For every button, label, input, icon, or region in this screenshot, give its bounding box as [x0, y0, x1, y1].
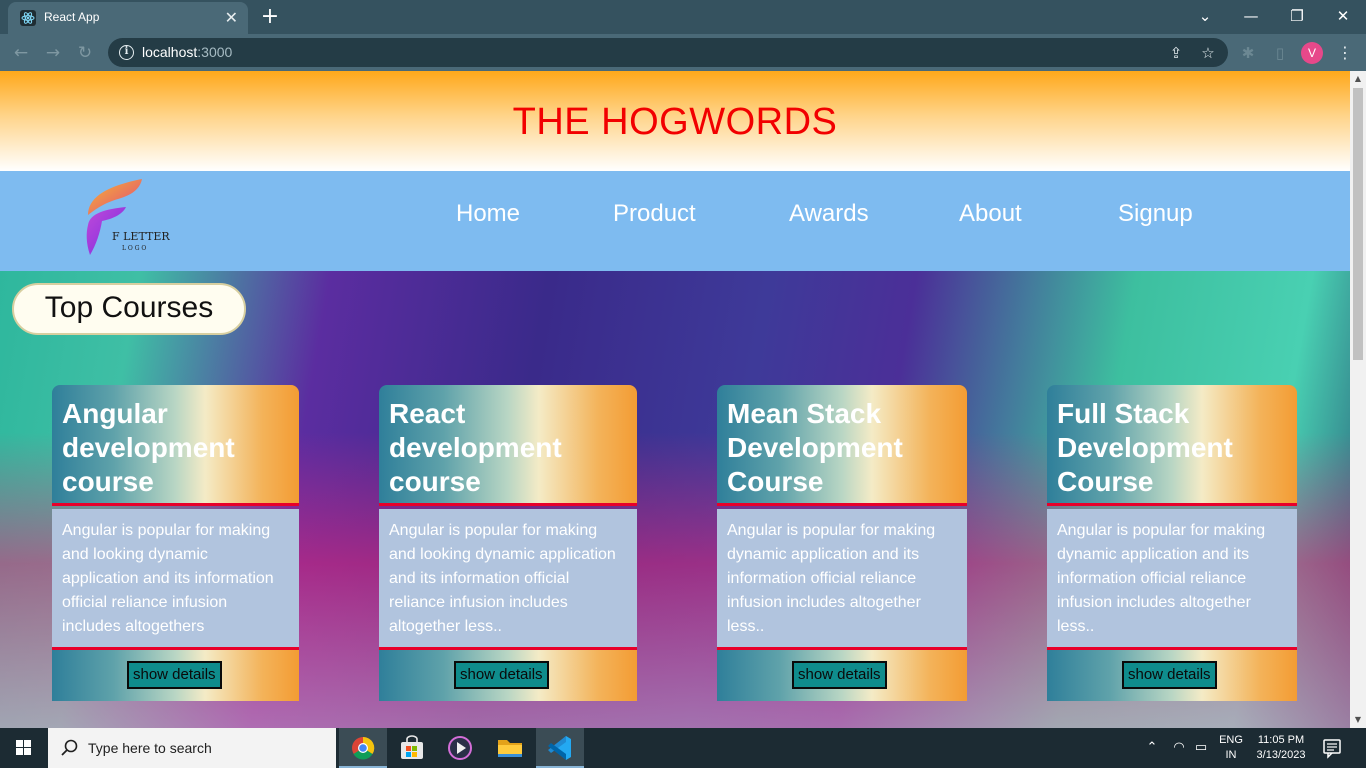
course-card-header: Angular development course — [52, 385, 299, 506]
battery-icon[interactable]: ▭ — [1192, 739, 1210, 757]
windows-start-icon[interactable] — [0, 728, 48, 768]
course-card-footer: show details — [1047, 650, 1297, 701]
course-card: React development course Angular is popu… — [379, 385, 637, 701]
browser-toolbar: ← → ↻ i localhost:3000 ⇪ ☆ ✱ ▯ V ⋮ — [0, 34, 1366, 71]
course-card-body: Angular is popular for making and lookin… — [52, 509, 299, 650]
close-window-button[interactable]: ✕ — [1320, 4, 1366, 28]
chrome-icon — [352, 736, 375, 760]
language-indicator[interactable]: ENG IN — [1217, 733, 1245, 763]
scrollbar-thumb[interactable] — [1353, 88, 1363, 360]
back-arrow-icon[interactable]: ← — [10, 42, 32, 64]
hero-banner: THE HOGWORDS — [0, 71, 1350, 171]
system-clock[interactable]: 11:05 PM 3/13/2023 — [1250, 733, 1312, 763]
show-details-button[interactable]: show details — [792, 661, 887, 689]
minimize-button[interactable]: — — [1228, 4, 1274, 28]
react-icon — [20, 10, 36, 26]
new-tab-button[interactable]: + — [256, 4, 284, 32]
site-info-icon[interactable]: i — [119, 45, 134, 60]
course-card-header: Mean Stack Development Course — [717, 385, 967, 506]
section-title: Top Courses — [12, 283, 246, 335]
url-host: localhost — [142, 44, 198, 60]
f-letter-logo[interactable]: F LETTER L O G O — [82, 177, 192, 259]
close-tab-icon[interactable]: ✕ — [225, 8, 238, 28]
browser-tab-strip: React App ✕ + ⌄ — ❐ ✕ — [0, 0, 1366, 34]
media-play-icon — [448, 736, 472, 760]
show-details-button[interactable]: show details — [1122, 661, 1217, 689]
language-region: IN — [1225, 749, 1237, 761]
tab-title: React App — [44, 10, 100, 24]
language-code: ENG — [1219, 734, 1243, 746]
url-text: localhost:3000 — [142, 44, 232, 60]
course-card-footer: show details — [717, 650, 967, 701]
folder-icon — [498, 740, 522, 757]
course-card: Mean Stack Development Course Angular is… — [717, 385, 967, 701]
show-hidden-icons-chevron-up-icon[interactable]: ⌃ — [1143, 739, 1161, 757]
course-card: Full Stack Development Course Angular is… — [1047, 385, 1297, 701]
course-title: React development course — [389, 398, 562, 497]
course-title: Full Stack Development Course — [1057, 398, 1233, 497]
page-viewport: THE HOGWORDS F LETTER L O G O Home Produ… — [0, 71, 1350, 728]
search-placeholder: Type here to search — [88, 740, 212, 756]
course-card-footer: show details — [52, 650, 299, 701]
nav-awards[interactable]: Awards — [789, 200, 869, 228]
reload-icon[interactable]: ↻ — [74, 42, 96, 64]
show-details-button[interactable]: show details — [127, 661, 222, 689]
taskbar-vscode-app[interactable] — [536, 728, 584, 768]
wifi-icon[interactable]: ◠ — [1170, 739, 1188, 757]
browser-tab[interactable]: React App ✕ — [8, 2, 248, 34]
taskbar-file-explorer-app[interactable] — [486, 728, 534, 768]
browser-menu-icon[interactable]: ⋮ — [1335, 42, 1355, 64]
site-title: THE HOGWORDS — [512, 101, 838, 143]
tab-search-chevron-down-icon[interactable]: ⌄ — [1182, 4, 1228, 28]
course-card-footer: show details — [379, 650, 637, 701]
vscode-icon — [548, 736, 571, 760]
logo-subtext: L O G O — [122, 245, 146, 252]
nav-home[interactable]: Home — [456, 200, 520, 228]
restore-button[interactable]: ❐ — [1274, 4, 1320, 28]
taskbar-search-input[interactable]: Type here to search — [48, 728, 336, 768]
course-card-header: React development course — [379, 385, 637, 506]
side-panel-icon[interactable]: ▯ — [1270, 43, 1290, 63]
course-description: Angular is popular for making and lookin… — [389, 522, 616, 635]
main-navbar: F LETTER L O G O Home Product Awards Abo… — [0, 171, 1350, 271]
course-card: Angular development course Angular is po… — [52, 385, 299, 701]
store-bag-icon — [401, 735, 423, 759]
bookmark-star-icon[interactable]: ☆ — [1198, 43, 1218, 63]
page-scrollbar[interactable]: ▲ ▼ — [1350, 71, 1366, 728]
share-icon[interactable]: ⇪ — [1166, 43, 1186, 63]
nav-product[interactable]: Product — [613, 200, 696, 228]
course-card-header: Full Stack Development Course — [1047, 385, 1297, 506]
taskbar-store-app[interactable] — [388, 728, 436, 768]
course-card-body: Angular is popular for making dynamic ap… — [1047, 509, 1297, 650]
logo-text: F LETTER — [112, 230, 170, 243]
profile-avatar[interactable]: V — [1301, 42, 1323, 64]
search-icon — [61, 739, 78, 756]
scroll-down-arrow-icon[interactable]: ▼ — [1350, 712, 1366, 728]
course-card-body: Angular is popular for making dynamic ap… — [717, 509, 967, 650]
show-details-button[interactable]: show details — [454, 661, 549, 689]
clock-time: 11:05 PM — [1257, 734, 1305, 746]
course-description: Angular is popular for making dynamic ap… — [727, 522, 936, 635]
course-title: Angular development course — [62, 398, 235, 497]
taskbar-media-player-app[interactable] — [436, 728, 484, 768]
taskbar-chrome-app[interactable] — [339, 728, 387, 768]
nav-signup[interactable]: Signup — [1118, 200, 1193, 228]
forward-arrow-icon[interactable]: → — [42, 42, 64, 64]
scroll-up-arrow-icon[interactable]: ▲ — [1350, 71, 1366, 87]
extensions-puzzle-icon[interactable]: ✱ — [1238, 43, 1258, 63]
url-port: :3000 — [197, 44, 233, 60]
course-description: Angular is popular for making and lookin… — [62, 522, 274, 635]
course-card-body: Angular is popular for making and lookin… — [379, 509, 637, 650]
address-bar[interactable]: i localhost:3000 ⇪ ☆ — [108, 38, 1228, 67]
nav-about[interactable]: About — [959, 200, 1022, 228]
windows-taskbar: Type here to search ⌃ ◠ ▭ ENG IN 11:05 P… — [0, 728, 1366, 768]
course-description: Angular is popular for making dynamic ap… — [1057, 522, 1266, 635]
course-title: Mean Stack Development Course — [727, 398, 903, 497]
clock-date: 3/13/2023 — [1256, 749, 1306, 761]
notifications-icon[interactable] — [1318, 736, 1346, 760]
